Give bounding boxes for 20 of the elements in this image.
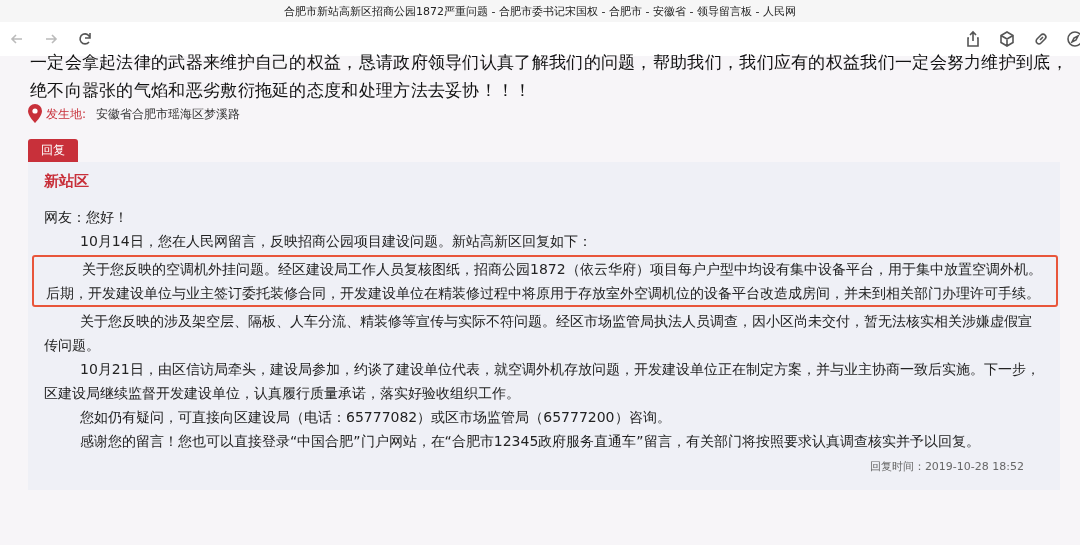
map-pin-icon [26, 103, 44, 125]
reply-paragraph: 10月14日，您在人民网留言，反映招商公园项目建设问题。新站高新区回复如下： [79, 232, 593, 251]
compass-icon[interactable] [1066, 30, 1080, 48]
reply-paragraph: 10月21日，由区信访局牵头，建设局参加，约谈了建设单位代表，就空调外机存放问题，开发建设单位正在制定方案，并与业主协商一致后实施。下一步，区建设局继续监督开发建设单位，认真履行质量承诺，落实好验收组织工作。 [44, 360, 1041, 403]
window-title: 合肥市新站高新区招商公园1872严重问题 - 合肥市委书记宋国权 - 合肥市 - 安徽省 - 领导留言板 - 人民网 [284, 3, 796, 19]
reply-paragraph: 您如仍有疑问，可直接向区建设局（电话：65777082）或区市场监管局（65777200）咨询。 [79, 408, 672, 427]
department-name: 新站区 [44, 172, 90, 191]
location-label: 发生地: [46, 105, 87, 123]
reply-paragraph: 网友：您好！ [44, 208, 129, 227]
reply-paragraph: 关于您反映的涉及架空层、隔板、人车分流、精装修等宣传与实际不符问题。经区市场监管局执法人员调查，因小区尚未交付，暂无法核实相关涉嫌虚假宣传问题。 [44, 312, 1033, 355]
message-text: 一定会拿起法律的武器来维护自己的权益，恳请政府领导们认真了解我们的问题，帮助我们，我们应有的权益我们一定会努力维护到底，绝不向嚣张的气焰和恶劣敷衍拖延的态度和处理方法去妥协！！！ [30, 51, 1069, 100]
reload-icon[interactable] [76, 30, 94, 48]
share-icon[interactable] [964, 30, 982, 48]
link-icon[interactable] [1032, 30, 1050, 48]
reply-tag: 回复 [28, 139, 78, 162]
location-value: 安徽省合肥市瑶海区梦溪路 [96, 105, 241, 123]
reply-paragraph: 感谢您的留言！您也可以直接登录“中国合肥”门户网站，在“合肥市12345政府服务直通车”留言，有关部门将按照要求认真调查核实并予以回复。 [79, 432, 981, 451]
cube-icon[interactable] [998, 30, 1016, 48]
reply-time: 回复时间：2019-10-28 18:52 [868, 459, 1024, 474]
highlighted-paragraph: 关于您反映的空调机外挂问题。经区建设局工作人员复核图纸，招商公园1872（依云华府）项目每户户型中均设有集中设备平台，用于集中放置空调外机。后期，开发建设单位与业主签订委托装修合同，开发建设单位在精装修过程中将原用于存放室外空调机位的设备平台改造成房间，并未到相关部门办理许可手续。 [32, 255, 1058, 307]
